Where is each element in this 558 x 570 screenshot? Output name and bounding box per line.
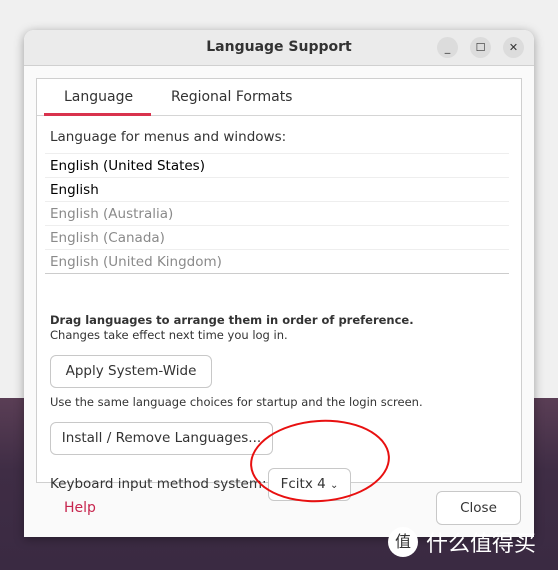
help-link[interactable]: Help — [64, 500, 96, 516]
list-item[interactable]: English — [45, 177, 509, 201]
window-title: Language Support — [206, 39, 352, 55]
install-remove-languages-button[interactable]: Install / Remove Languages... — [50, 422, 273, 455]
tab-regional-formats[interactable]: Regional Formats — [171, 89, 292, 105]
drag-hint: Drag languages to arrange them in order … — [50, 313, 414, 327]
close-button[interactable]: Close — [436, 491, 521, 525]
watermark-logo: 值 — [388, 527, 418, 557]
drag-note: Changes take effect next time you log in… — [50, 328, 288, 342]
notebook: Language Regional Formats Language for m… — [36, 78, 522, 501]
apply-system-wide-button[interactable]: Apply System-Wide — [50, 355, 212, 388]
list-item[interactable]: English (Australia) — [45, 201, 509, 225]
languages-heading: Language for menus and windows: — [50, 129, 287, 145]
list-item[interactable]: English (Canada) — [45, 225, 509, 249]
close-window-button[interactable]: ✕ — [503, 37, 524, 58]
watermark: 值 什么值得买 — [388, 526, 536, 558]
tab-bar: Language Regional Formats — [37, 79, 521, 116]
list-item[interactable]: English (United States) — [45, 153, 509, 177]
title-bar: Language Support _ ☐ ✕ — [24, 30, 534, 66]
tab-language[interactable]: Language — [43, 89, 152, 116]
maximize-button[interactable]: ☐ — [470, 37, 491, 58]
minimize-button[interactable]: _ — [437, 37, 458, 58]
watermark-text: 什么值得买 — [426, 532, 537, 557]
language-list[interactable]: English (United States) English English … — [45, 153, 509, 274]
input-method-label: Keyboard input method system: — [50, 476, 267, 492]
apply-note: Use the same language choices for startu… — [50, 395, 423, 409]
list-item[interactable]: English (United Kingdom) — [45, 249, 509, 273]
